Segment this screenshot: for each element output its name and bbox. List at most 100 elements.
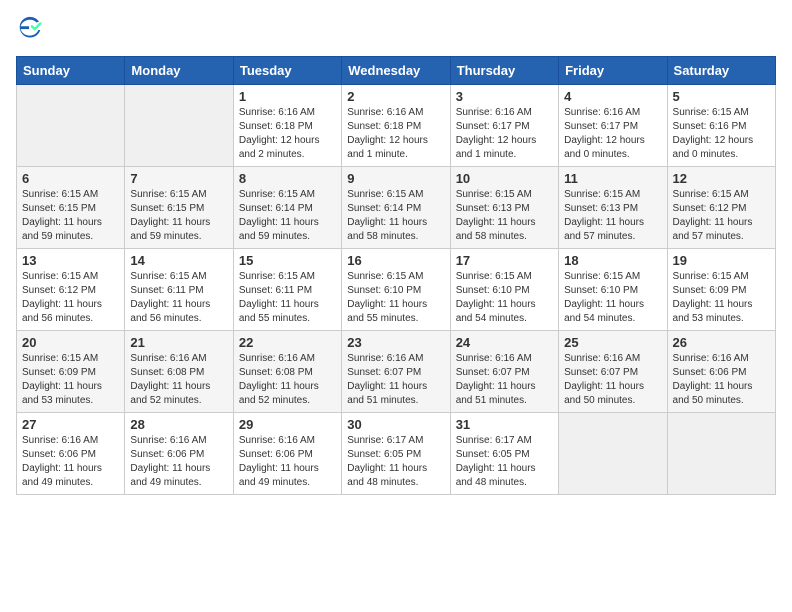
calendar-cell: 13 Sunrise: 6:15 AM Sunset: 6:12 PM Dayl…	[17, 249, 125, 331]
daylight-label: Daylight: 11 hours and 52 minutes.	[239, 381, 319, 406]
daylight-label: Daylight: 11 hours and 58 minutes.	[347, 217, 427, 242]
daylight-label: Daylight: 11 hours and 52 minutes.	[130, 381, 210, 406]
daylight-label: Daylight: 11 hours and 56 minutes.	[130, 299, 210, 324]
sunrise-label: Sunrise: 6:15 AM	[347, 271, 423, 282]
day-number: 31	[456, 417, 553, 432]
sunset-label: Sunset: 6:12 PM	[673, 203, 747, 214]
sunrise-label: Sunrise: 6:16 AM	[239, 107, 315, 118]
day-number: 22	[239, 335, 336, 350]
sunset-label: Sunset: 6:16 PM	[673, 121, 747, 132]
sunset-label: Sunset: 6:06 PM	[239, 449, 313, 460]
day-info: Sunrise: 6:15 AM Sunset: 6:14 PM Dayligh…	[239, 188, 336, 244]
daylight-label: Daylight: 11 hours and 49 minutes.	[239, 463, 319, 488]
sunset-label: Sunset: 6:07 PM	[347, 367, 421, 378]
day-number: 12	[673, 171, 770, 186]
calendar-cell: 20 Sunrise: 6:15 AM Sunset: 6:09 PM Dayl…	[17, 331, 125, 413]
calendar-cell: 6 Sunrise: 6:15 AM Sunset: 6:15 PM Dayli…	[17, 167, 125, 249]
sunset-label: Sunset: 6:11 PM	[130, 285, 203, 296]
calendar-week-row: 13 Sunrise: 6:15 AM Sunset: 6:12 PM Dayl…	[17, 249, 776, 331]
day-info: Sunrise: 6:16 AM Sunset: 6:17 PM Dayligh…	[456, 106, 553, 162]
daylight-label: Daylight: 11 hours and 50 minutes.	[673, 381, 753, 406]
day-number: 30	[347, 417, 444, 432]
day-number: 5	[673, 89, 770, 104]
calendar-cell: 4 Sunrise: 6:16 AM Sunset: 6:17 PM Dayli…	[559, 85, 667, 167]
calendar-week-row: 1 Sunrise: 6:16 AM Sunset: 6:18 PM Dayli…	[17, 85, 776, 167]
calendar-cell: 12 Sunrise: 6:15 AM Sunset: 6:12 PM Dayl…	[667, 167, 775, 249]
day-info: Sunrise: 6:17 AM Sunset: 6:05 PM Dayligh…	[347, 434, 444, 490]
day-info: Sunrise: 6:15 AM Sunset: 6:10 PM Dayligh…	[347, 270, 444, 326]
weekday-header: Tuesday	[233, 57, 341, 85]
day-info: Sunrise: 6:15 AM Sunset: 6:13 PM Dayligh…	[564, 188, 661, 244]
day-info: Sunrise: 6:15 AM Sunset: 6:13 PM Dayligh…	[456, 188, 553, 244]
sunset-label: Sunset: 6:17 PM	[456, 121, 530, 132]
sunrise-label: Sunrise: 6:16 AM	[564, 107, 640, 118]
sunset-label: Sunset: 6:05 PM	[456, 449, 530, 460]
calendar-body: 1 Sunrise: 6:16 AM Sunset: 6:18 PM Dayli…	[17, 85, 776, 495]
calendar-cell: 11 Sunrise: 6:15 AM Sunset: 6:13 PM Dayl…	[559, 167, 667, 249]
sunrise-label: Sunrise: 6:16 AM	[347, 107, 423, 118]
day-number: 1	[239, 89, 336, 104]
logo	[16, 16, 48, 44]
day-number: 4	[564, 89, 661, 104]
day-number: 23	[347, 335, 444, 350]
sunset-label: Sunset: 6:17 PM	[564, 121, 638, 132]
calendar-cell: 7 Sunrise: 6:15 AM Sunset: 6:15 PM Dayli…	[125, 167, 233, 249]
sunset-label: Sunset: 6:13 PM	[564, 203, 638, 214]
sunrise-label: Sunrise: 6:16 AM	[456, 353, 532, 364]
day-number: 14	[130, 253, 227, 268]
day-info: Sunrise: 6:16 AM Sunset: 6:08 PM Dayligh…	[239, 352, 336, 408]
day-number: 20	[22, 335, 119, 350]
day-number: 7	[130, 171, 227, 186]
day-number: 18	[564, 253, 661, 268]
day-number: 26	[673, 335, 770, 350]
day-info: Sunrise: 6:16 AM Sunset: 6:08 PM Dayligh…	[130, 352, 227, 408]
calendar-cell: 1 Sunrise: 6:16 AM Sunset: 6:18 PM Dayli…	[233, 85, 341, 167]
day-info: Sunrise: 6:15 AM Sunset: 6:12 PM Dayligh…	[673, 188, 770, 244]
day-info: Sunrise: 6:16 AM Sunset: 6:17 PM Dayligh…	[564, 106, 661, 162]
day-number: 21	[130, 335, 227, 350]
calendar-cell: 22 Sunrise: 6:16 AM Sunset: 6:08 PM Dayl…	[233, 331, 341, 413]
day-number: 9	[347, 171, 444, 186]
sunset-label: Sunset: 6:15 PM	[22, 203, 96, 214]
day-number: 8	[239, 171, 336, 186]
weekday-header: Friday	[559, 57, 667, 85]
weekday-header: Sunday	[17, 57, 125, 85]
calendar-cell: 8 Sunrise: 6:15 AM Sunset: 6:14 PM Dayli…	[233, 167, 341, 249]
day-number: 13	[22, 253, 119, 268]
day-info: Sunrise: 6:15 AM Sunset: 6:10 PM Dayligh…	[564, 270, 661, 326]
day-number: 24	[456, 335, 553, 350]
daylight-label: Daylight: 11 hours and 55 minutes.	[239, 299, 319, 324]
sunrise-label: Sunrise: 6:16 AM	[347, 353, 423, 364]
sunset-label: Sunset: 6:05 PM	[347, 449, 421, 460]
sunrise-label: Sunrise: 6:16 AM	[673, 353, 749, 364]
day-number: 28	[130, 417, 227, 432]
sunrise-label: Sunrise: 6:15 AM	[673, 189, 749, 200]
daylight-label: Daylight: 12 hours and 1 minute.	[347, 135, 428, 160]
calendar-cell: 23 Sunrise: 6:16 AM Sunset: 6:07 PM Dayl…	[342, 331, 450, 413]
daylight-label: Daylight: 11 hours and 57 minutes.	[564, 217, 644, 242]
calendar-cell: 29 Sunrise: 6:16 AM Sunset: 6:06 PM Dayl…	[233, 413, 341, 495]
sunset-label: Sunset: 6:14 PM	[347, 203, 421, 214]
day-info: Sunrise: 6:15 AM Sunset: 6:10 PM Dayligh…	[456, 270, 553, 326]
daylight-label: Daylight: 11 hours and 49 minutes.	[22, 463, 102, 488]
day-number: 17	[456, 253, 553, 268]
day-info: Sunrise: 6:16 AM Sunset: 6:07 PM Dayligh…	[456, 352, 553, 408]
sunset-label: Sunset: 6:09 PM	[673, 285, 747, 296]
calendar-cell: 24 Sunrise: 6:16 AM Sunset: 6:07 PM Dayl…	[450, 331, 558, 413]
day-info: Sunrise: 6:16 AM Sunset: 6:18 PM Dayligh…	[239, 106, 336, 162]
sunrise-label: Sunrise: 6:15 AM	[564, 189, 640, 200]
calendar-cell	[667, 413, 775, 495]
sunrise-label: Sunrise: 6:17 AM	[347, 435, 423, 446]
sunset-label: Sunset: 6:12 PM	[22, 285, 96, 296]
daylight-label: Daylight: 11 hours and 48 minutes.	[347, 463, 427, 488]
daylight-label: Daylight: 11 hours and 58 minutes.	[456, 217, 536, 242]
calendar-week-row: 6 Sunrise: 6:15 AM Sunset: 6:15 PM Dayli…	[17, 167, 776, 249]
day-number: 2	[347, 89, 444, 104]
day-info: Sunrise: 6:15 AM Sunset: 6:11 PM Dayligh…	[239, 270, 336, 326]
day-info: Sunrise: 6:17 AM Sunset: 6:05 PM Dayligh…	[456, 434, 553, 490]
sunrise-label: Sunrise: 6:16 AM	[239, 353, 315, 364]
sunrise-label: Sunrise: 6:15 AM	[673, 271, 749, 282]
day-info: Sunrise: 6:16 AM Sunset: 6:06 PM Dayligh…	[22, 434, 119, 490]
day-info: Sunrise: 6:15 AM Sunset: 6:11 PM Dayligh…	[130, 270, 227, 326]
calendar-cell: 5 Sunrise: 6:15 AM Sunset: 6:16 PM Dayli…	[667, 85, 775, 167]
